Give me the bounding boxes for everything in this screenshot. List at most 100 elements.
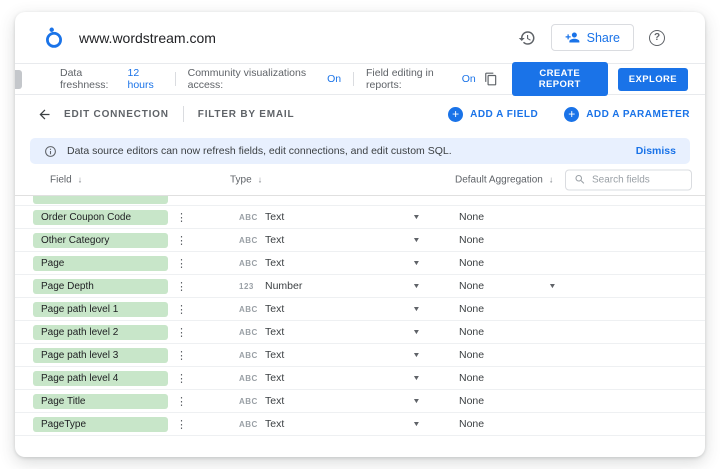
history-icon[interactable] xyxy=(518,29,536,47)
table-row: Page Title ⋮ ABC Text ▼ None ▼ xyxy=(15,390,705,413)
dismiss-link[interactable]: Dismiss xyxy=(636,145,676,157)
field-pill[interactable]: Page path level 4 xyxy=(33,371,168,386)
plus-icon: + xyxy=(448,107,463,122)
divider xyxy=(175,72,176,86)
field-pill[interactable]: Order Coupon Code xyxy=(33,210,168,225)
data-freshness-value[interactable]: 12 hours xyxy=(127,67,162,91)
field-pill[interactable]: PageType xyxy=(33,417,168,432)
field-type-icon: ABC xyxy=(231,351,257,360)
field-type-label: Text xyxy=(265,372,284,384)
field-editing-label: Field editing in reports: xyxy=(366,67,458,91)
help-icon[interactable]: ? xyxy=(649,30,665,46)
aggregation-value[interactable]: None xyxy=(459,349,484,361)
field-pill[interactable]: Page Depth xyxy=(33,279,168,294)
search-fields-box[interactable] xyxy=(565,169,692,190)
aggregation-value[interactable]: None xyxy=(459,234,484,246)
type-dropdown-caret[interactable]: ▼ xyxy=(412,306,420,313)
aggregation-value[interactable]: None xyxy=(459,372,484,384)
field-type-icon: ABC xyxy=(231,305,257,314)
data-freshness-label: Data freshness: xyxy=(60,67,123,91)
aggregation-value[interactable]: None xyxy=(459,326,484,338)
aggregation-value[interactable]: None xyxy=(459,280,484,292)
aggregation-value[interactable]: None xyxy=(459,303,484,315)
type-dropdown-caret[interactable]: ▼ xyxy=(412,352,420,359)
field-pill[interactable]: Page path level 3 xyxy=(33,348,168,363)
filter-by-email-button[interactable]: FILTER BY EMAIL xyxy=(198,109,295,120)
sort-arrow-icon: ↓ xyxy=(549,175,554,185)
type-dropdown-caret[interactable]: ▼ xyxy=(412,421,420,428)
back-arrow-icon[interactable] xyxy=(37,107,52,122)
type-dropdown-caret[interactable]: ▼ xyxy=(412,283,420,290)
search-icon xyxy=(574,174,586,186)
aggregation-dropdown-caret[interactable]: ▼ xyxy=(548,283,556,290)
field-table-header: Field ↓ Type ↓ Default Aggregation ↓ xyxy=(15,164,705,196)
field-menu-button[interactable]: ⋮ xyxy=(168,395,231,408)
field-menu-button[interactable]: ⋮ xyxy=(168,303,231,316)
table-row: Order Coupon Code ⋮ ABC Text ▼ None ▼ xyxy=(15,206,705,229)
type-dropdown-caret[interactable]: ▼ xyxy=(412,375,420,382)
sort-arrow-icon: ↓ xyxy=(78,175,83,185)
aggregation-value[interactable]: None xyxy=(459,418,484,430)
type-dropdown-caret[interactable]: ▼ xyxy=(412,260,420,267)
browser-bar: www.wordstream.com Share ? xyxy=(15,12,705,63)
copy-icon[interactable] xyxy=(484,72,498,86)
search-fields-input[interactable] xyxy=(592,174,683,185)
table-row: Page ⋮ ABC Text ▼ None ▼ xyxy=(15,252,705,275)
field-name: Order Coupon Code xyxy=(41,212,131,223)
field-type-icon: ABC xyxy=(231,374,257,383)
column-header-type[interactable]: Type ↓ xyxy=(230,174,262,185)
share-button[interactable]: Share xyxy=(551,24,634,51)
field-pill[interactable]: Page xyxy=(33,256,168,271)
add-parameter-button[interactable]: + ADD A PARAMETER xyxy=(564,107,690,122)
community-viz-value[interactable]: On xyxy=(327,73,341,85)
field-menu-button[interactable]: ⋮ xyxy=(168,234,231,247)
field-type-label: Text xyxy=(265,211,284,223)
url-text: www.wordstream.com xyxy=(79,30,216,46)
field-type-label: Text xyxy=(265,349,284,361)
type-dropdown-caret[interactable]: ▼ xyxy=(412,214,420,221)
add-field-button[interactable]: + ADD A FIELD xyxy=(448,107,538,122)
field-editing-value[interactable]: On xyxy=(462,73,476,85)
create-report-button[interactable]: CREATE REPORT xyxy=(512,62,608,96)
field-name: Other Category xyxy=(41,235,109,246)
field-menu-button[interactable]: ⋮ xyxy=(168,211,231,224)
explore-button[interactable]: EXPLORE xyxy=(618,68,688,91)
field-menu-button[interactable]: ⋮ xyxy=(168,326,231,339)
type-dropdown-caret[interactable]: ▼ xyxy=(412,237,420,244)
field-type-label: Text xyxy=(265,395,284,407)
field-type-label: Text xyxy=(265,234,284,246)
column-header-field[interactable]: Field ↓ xyxy=(50,174,82,185)
field-type-icon: ABC xyxy=(231,213,257,222)
field-menu-button[interactable]: ⋮ xyxy=(168,372,231,385)
type-dropdown-caret[interactable]: ▼ xyxy=(412,398,420,405)
field-type-icon: ABC xyxy=(231,236,257,245)
field-type-icon: ABC xyxy=(231,397,257,406)
aggregation-value[interactable]: None xyxy=(459,257,484,269)
field-menu-button[interactable]: ⋮ xyxy=(168,280,231,293)
table-row: Other Category ⋮ ABC Text ▼ None ▼ xyxy=(15,229,705,252)
field-pill[interactable]: Page Title xyxy=(33,394,168,409)
field-type-icon: ABC xyxy=(231,259,257,268)
aggregation-value[interactable]: None xyxy=(459,395,484,407)
share-label: Share xyxy=(587,31,620,45)
info-banner: Data source editors can now refresh fiel… xyxy=(30,138,690,164)
field-pill[interactable]: Page path level 1 xyxy=(33,302,168,317)
field-name: Page path level 2 xyxy=(41,327,118,338)
field-menu-button[interactable]: ⋮ xyxy=(168,257,231,270)
divider xyxy=(183,106,184,122)
edit-connection-button[interactable]: EDIT CONNECTION xyxy=(64,109,169,120)
banner-message: Data source editors can now refresh fiel… xyxy=(67,145,452,157)
field-menu-button[interactable]: ⋮ xyxy=(168,418,231,431)
connection-subheader: EDIT CONNECTION FILTER BY EMAIL + ADD A … xyxy=(15,95,705,133)
type-dropdown-caret[interactable]: ▼ xyxy=(412,329,420,336)
aggregation-value[interactable]: None xyxy=(459,211,484,223)
field-type-icon: ABC xyxy=(231,420,257,429)
settings-toolbar: Data freshness: 12 hours Community visua… xyxy=(15,63,705,95)
field-pill[interactable]: Page path level 2 xyxy=(33,325,168,340)
field-menu-button[interactable]: ⋮ xyxy=(168,349,231,362)
column-header-aggregation[interactable]: Default Aggregation ↓ xyxy=(455,174,553,185)
field-type-label: Text xyxy=(265,257,284,269)
table-row: Page path level 3 ⋮ ABC Text ▼ None ▼ xyxy=(15,344,705,367)
field-pill[interactable]: Other Category xyxy=(33,233,168,248)
field-type-label: Text xyxy=(265,326,284,338)
